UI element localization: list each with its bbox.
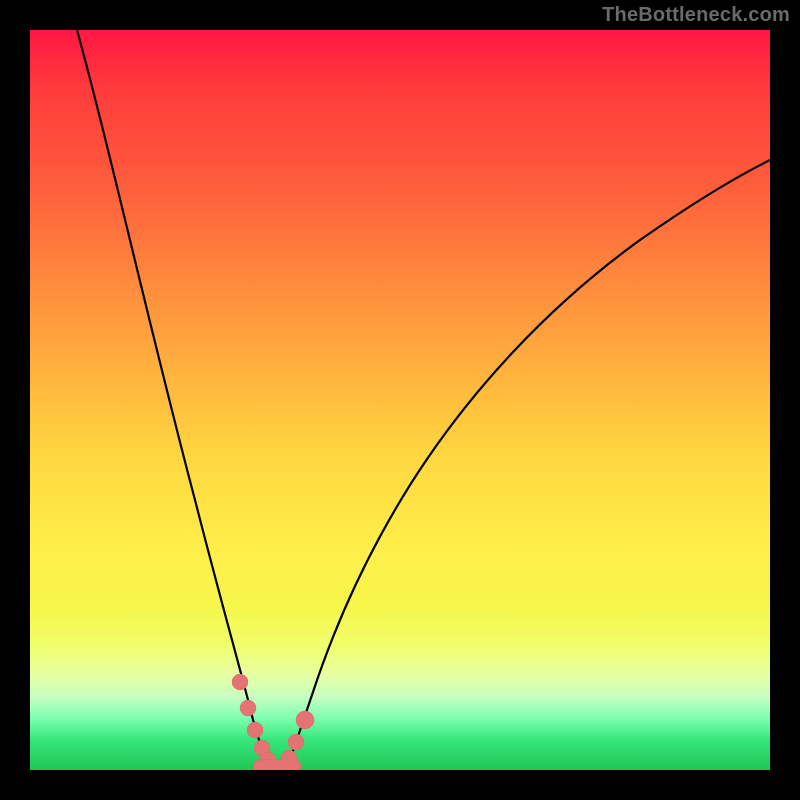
curve-left-branch xyxy=(77,30,271,770)
marker-dot xyxy=(288,734,304,750)
marker-dot xyxy=(232,674,248,690)
curve-right-branch xyxy=(286,160,770,770)
chart-frame: TheBottleneck.com xyxy=(0,0,800,800)
plot-area xyxy=(30,30,770,770)
watermark-label: TheBottleneck.com xyxy=(602,4,790,27)
marker-dot xyxy=(240,700,256,716)
curve-layer xyxy=(30,30,770,770)
trough-marker-bar xyxy=(253,760,301,770)
marker-dot xyxy=(247,722,263,738)
marker-dot xyxy=(296,711,314,729)
